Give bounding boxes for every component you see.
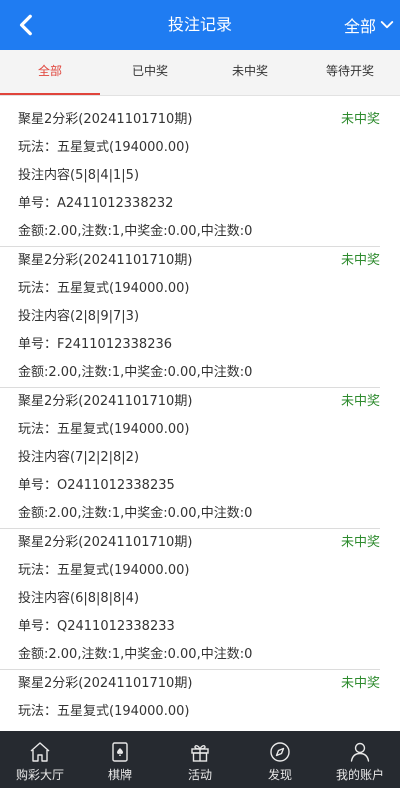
record-play: 玩法：五星复式(194000.00) bbox=[18, 704, 190, 719]
record-game: 聚星2分彩(20241101710期) bbox=[18, 535, 193, 550]
user-icon bbox=[350, 742, 370, 762]
record-order: 单号：O2411012338235 bbox=[18, 478, 175, 493]
top-bar: 投注记录 全部 bbox=[0, 0, 400, 50]
tabbar-label: 棋牌 bbox=[107, 768, 132, 782]
record-game: 聚星2分彩(20241101710期) bbox=[18, 112, 193, 127]
record-game: 聚星2分彩(20241101710期) bbox=[18, 253, 193, 268]
bottom-tab-bar: 购彩大厅 棋牌 活动 发现 我的账户 bbox=[0, 731, 400, 788]
tabbar-label: 购彩大厅 bbox=[15, 768, 64, 782]
status-tabs: 全部 已中奖 未中奖 等待开奖 bbox=[0, 50, 400, 96]
record-content: 投注内容(2|8|9|7|3) bbox=[18, 309, 140, 324]
compass-icon bbox=[270, 742, 290, 762]
home-icon bbox=[30, 742, 50, 762]
record-order: 单号：Q2411012338233 bbox=[18, 619, 175, 634]
status-badge: 未中奖 bbox=[340, 535, 380, 550]
list-item[interactable]: 聚星2分彩(20241101710期) 未中奖 玩法：五星复式(194000.0… bbox=[0, 670, 380, 732]
page-title: 投注记录 bbox=[167, 15, 232, 34]
record-play: 玩法：五星复式(194000.00) bbox=[18, 422, 190, 437]
tabbar-item-lobby[interactable]: 购彩大厅 bbox=[0, 731, 80, 788]
list-item[interactable]: 聚星2分彩(20241101710期) 未中奖 玩法：五星复式(194000.0… bbox=[0, 106, 380, 247]
record-summary: 金额:2.00,注数:1,中奖金:0.00,中注数:0 bbox=[18, 647, 253, 662]
tab-won[interactable]: 已中奖 bbox=[100, 50, 200, 95]
record-summary: 金额:2.00,注数:1,中奖金:0.00,中注数:0 bbox=[18, 506, 253, 521]
record-play: 玩法：五星复式(194000.00) bbox=[18, 281, 190, 296]
tabbar-label: 活动 bbox=[187, 768, 212, 782]
tabbar-label: 我的账户 bbox=[335, 768, 384, 782]
chevron-left-icon bbox=[19, 14, 32, 36]
record-game: 聚星2分彩(20241101710期) bbox=[18, 676, 193, 691]
gift-icon bbox=[191, 745, 209, 762]
list-item[interactable]: 聚星2分彩(20241101710期) 未中奖 玩法：五星复式(194000.0… bbox=[0, 247, 380, 388]
record-content: 投注内容(5|8|4|1|5) bbox=[18, 168, 140, 183]
record-content: 投注内容(7|2|2|8|2) bbox=[18, 450, 140, 465]
tab-all[interactable]: 全部 bbox=[0, 50, 100, 95]
record-summary: 金额:2.00,注数:1,中奖金:0.00,中注数:0 bbox=[18, 365, 253, 380]
status-badge: 未中奖 bbox=[340, 676, 380, 691]
tabbar-item-discover[interactable]: 发现 bbox=[240, 731, 320, 788]
tab-not-won[interactable]: 未中奖 bbox=[200, 50, 300, 95]
record-summary: 金额:2.00,注数:1,中奖金:0.00,中注数:0 bbox=[18, 224, 253, 239]
status-badge: 未中奖 bbox=[340, 112, 380, 127]
tab-pending[interactable]: 等待开奖 bbox=[300, 50, 400, 95]
tabbar-item-account[interactable]: 我的账户 bbox=[320, 731, 400, 788]
filter-dropdown[interactable]: 全部 bbox=[344, 0, 396, 50]
record-order: 单号：F2411012338236 bbox=[18, 337, 173, 352]
status-badge: 未中奖 bbox=[340, 253, 380, 268]
record-play: 玩法：五星复式(194000.00) bbox=[18, 563, 190, 578]
status-badge: 未中奖 bbox=[340, 394, 380, 409]
bet-record-list[interactable]: 聚星2分彩(20241101710期) 未中奖 玩法：五星复式(194000.0… bbox=[0, 106, 400, 732]
card-icon bbox=[112, 742, 128, 762]
record-game: 聚星2分彩(20241101710期) bbox=[18, 394, 193, 409]
filter-label: 全部 bbox=[343, 17, 376, 36]
tabbar-label: 发现 bbox=[267, 768, 292, 782]
record-content: 投注内容(6|8|8|8|4) bbox=[18, 591, 140, 606]
record-order: 单号：A2411012338232 bbox=[18, 196, 174, 211]
chevron-down-icon bbox=[380, 21, 394, 29]
tabbar-item-cards[interactable]: 棋牌 bbox=[80, 731, 160, 788]
list-item[interactable]: 聚星2分彩(20241101710期) 未中奖 玩法：五星复式(194000.0… bbox=[0, 388, 380, 529]
tabbar-item-events[interactable]: 活动 bbox=[160, 731, 240, 788]
back-button[interactable] bbox=[14, 12, 40, 38]
record-play: 玩法：五星复式(194000.00) bbox=[18, 140, 190, 155]
list-item[interactable]: 聚星2分彩(20241101710期) 未中奖 玩法：五星复式(194000.0… bbox=[0, 529, 380, 670]
